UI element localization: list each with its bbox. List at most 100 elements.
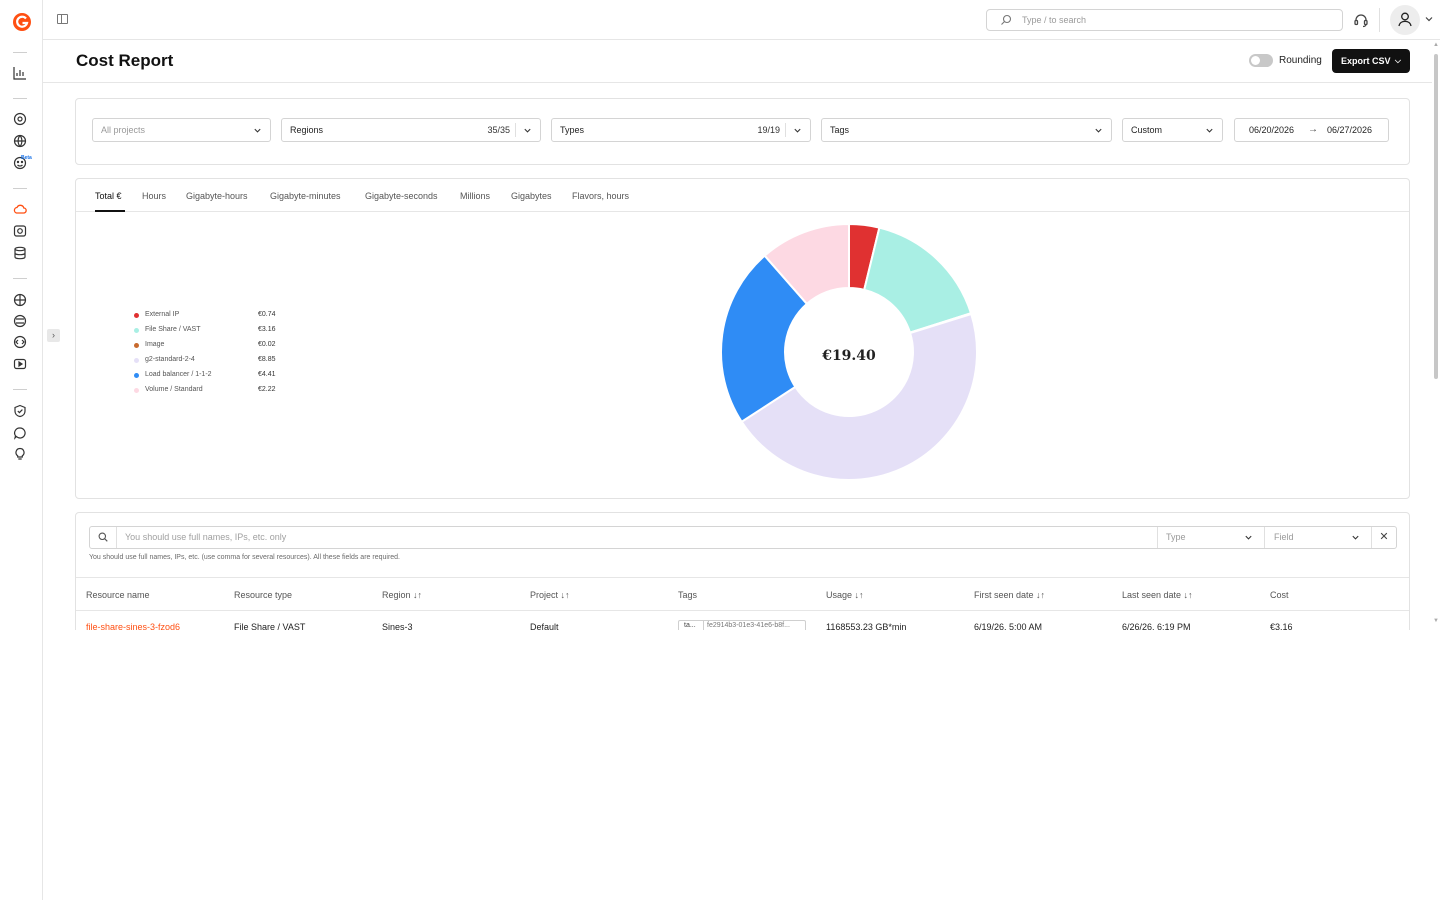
shield-icon[interactable] xyxy=(13,404,27,418)
database-icon[interactable] xyxy=(13,246,27,260)
global-search-input[interactable]: Type / to search xyxy=(986,9,1343,31)
column-region-sort[interactable]: Region ↓↑ xyxy=(382,590,422,600)
date-to[interactable]: 06/27/2026 xyxy=(1327,119,1372,141)
legend-item[interactable]: External IP €0.74 xyxy=(134,310,294,325)
types-label: Types xyxy=(560,125,585,135)
export-csv-button[interactable]: Export CSV ⌵ xyxy=(1332,49,1410,73)
type-placeholder: Type xyxy=(1166,532,1186,542)
rounding-label: Rounding xyxy=(1279,55,1322,66)
dns-icon[interactable] xyxy=(13,335,27,349)
support-chat-icon[interactable] xyxy=(13,426,27,440)
column-project-sort[interactable]: Project ↓↑ xyxy=(530,590,570,600)
user-avatar[interactable] xyxy=(1390,5,1420,35)
column-resource-name: Resource name xyxy=(86,590,150,600)
tab-total[interactable]: Total € xyxy=(95,191,122,201)
cdn-globe-icon[interactable] xyxy=(13,293,27,307)
column-tags: Tags xyxy=(678,590,698,600)
legend-label: Image xyxy=(145,341,165,348)
regions-select[interactable]: Regions 35/35 xyxy=(281,118,541,142)
legend-label: Volume / Standard xyxy=(145,386,203,393)
cloud-settings-icon[interactable] xyxy=(13,112,27,126)
resource-field-select[interactable]: Field xyxy=(1264,527,1370,548)
streaming-icon[interactable] xyxy=(13,357,27,371)
legend-value: €0.02 xyxy=(258,341,276,348)
column-last-seen-sort[interactable]: Last seen date ↓↑ xyxy=(1122,590,1193,600)
legend-item[interactable]: File Share / VAST €3.16 xyxy=(134,325,294,340)
tags-select[interactable]: Tags xyxy=(821,118,1112,142)
chevron-down-icon xyxy=(524,128,531,133)
legend-item[interactable]: g2-standard-2-4 €8.85 xyxy=(134,355,294,370)
select-divider xyxy=(785,123,786,137)
legend-swatch xyxy=(134,388,139,393)
chevron-down-icon xyxy=(1206,128,1213,133)
top-bar: Type / to search xyxy=(43,0,1440,40)
scrollbar-thumb[interactable] xyxy=(1434,54,1438,379)
search-icon xyxy=(98,532,108,542)
page-scrollbar[interactable]: ▲ ▼ xyxy=(1432,42,1440,630)
date-from[interactable]: 06/20/2026 xyxy=(1249,119,1294,141)
chevron-down-icon xyxy=(1352,535,1359,540)
scroll-down-arrow-icon[interactable]: ▼ xyxy=(1433,618,1439,624)
rounding-toggle[interactable] xyxy=(1249,54,1273,67)
column-first-seen-sort[interactable]: First seen date ↓↑ xyxy=(974,590,1045,600)
globe-icon[interactable] xyxy=(13,134,27,148)
types-select[interactable]: Types 19/19 xyxy=(551,118,811,142)
export-csv-label: Export CSV xyxy=(1341,56,1391,66)
legend-value: €8.85 xyxy=(258,356,276,363)
tab-gigabytes[interactable]: Gigabytes xyxy=(511,191,552,201)
page-header: Cost Report Rounding Export CSV ⌵ xyxy=(43,41,1432,83)
page-title: Cost Report xyxy=(76,51,174,70)
statistics-chart-icon[interactable] xyxy=(13,66,27,80)
nav-divider xyxy=(13,278,27,279)
resource-search-button[interactable] xyxy=(90,527,117,548)
tab-gigabyte-minutes[interactable]: Gigabyte-minutes xyxy=(270,191,341,201)
clear-search-icon[interactable]: ✕ xyxy=(1371,527,1396,548)
legend-item[interactable]: Image €0.02 xyxy=(134,340,294,355)
tab-hours[interactable]: Hours xyxy=(142,191,166,201)
field-placeholder: Field xyxy=(1274,532,1294,542)
lightbulb-icon[interactable] xyxy=(13,447,27,461)
nav-divider xyxy=(13,389,27,390)
legend-swatch xyxy=(134,313,139,318)
nav-divider xyxy=(13,52,27,53)
legend-item[interactable]: Load balancer / 1-1-2 €4.41 xyxy=(134,370,294,385)
legend-label: File Share / VAST xyxy=(145,326,201,333)
filters-card: All projects Regions 35/35 Types 19/19 T… xyxy=(75,98,1410,165)
nav-divider xyxy=(13,188,27,189)
left-nav-rail: Beta xyxy=(0,0,43,900)
chevron-down-icon[interactable] xyxy=(1424,14,1434,24)
tags-label: Tags xyxy=(830,125,850,135)
chevron-down-icon xyxy=(1095,128,1102,133)
tab-gigabyte-hours[interactable]: Gigabyte-hours xyxy=(186,191,248,201)
resource-type-select[interactable]: Type xyxy=(1157,527,1263,548)
legend-label: External IP xyxy=(145,311,180,318)
tab-millions[interactable]: Millions xyxy=(460,191,490,201)
legend-label: Load balancer / 1-1-2 xyxy=(145,371,212,378)
types-count: 19/19 xyxy=(757,125,780,135)
projects-placeholder: All projects xyxy=(101,125,146,135)
date-range-picker[interactable]: 06/20/2026 → 06/27/2026 xyxy=(1234,118,1389,142)
projects-select[interactable]: All projects xyxy=(92,118,271,142)
tab-flavors-hours[interactable]: Flavors, hours xyxy=(572,191,629,201)
column-usage-sort[interactable]: Usage ↓↑ xyxy=(826,590,864,600)
chart-total-label: €19.40 xyxy=(822,348,876,364)
legend-item[interactable]: Volume / Standard €2.22 xyxy=(134,385,294,400)
legend-swatch xyxy=(134,343,139,348)
nav-divider xyxy=(13,98,27,99)
expand-sidebar-chevron-icon[interactable]: › xyxy=(47,329,60,342)
resource-search-input[interactable]: You should use full names, IPs, etc. onl… xyxy=(125,527,286,548)
column-resource-type: Resource type xyxy=(234,590,293,600)
network-icon[interactable] xyxy=(13,314,27,328)
resources-table-header: Resource name Resource type Region ↓↑ Pr… xyxy=(76,577,1409,611)
gcore-logo-icon[interactable] xyxy=(12,12,32,32)
tab-gigabyte-seconds[interactable]: Gigabyte-seconds xyxy=(365,191,438,201)
scroll-up-arrow-icon[interactable]: ▲ xyxy=(1433,42,1439,48)
period-select[interactable]: Custom xyxy=(1122,118,1223,142)
sidebar-toggle-icon[interactable] xyxy=(57,14,68,24)
cloud-icon[interactable] xyxy=(13,202,27,216)
donut-slice-file-share-vast[interactable] xyxy=(862,226,973,334)
blank-area xyxy=(43,630,1440,900)
resource-search-hint: You should use full names, IPs, etc. (us… xyxy=(89,554,401,561)
headset-support-icon[interactable] xyxy=(1353,12,1369,28)
storage-icon[interactable] xyxy=(13,224,27,238)
